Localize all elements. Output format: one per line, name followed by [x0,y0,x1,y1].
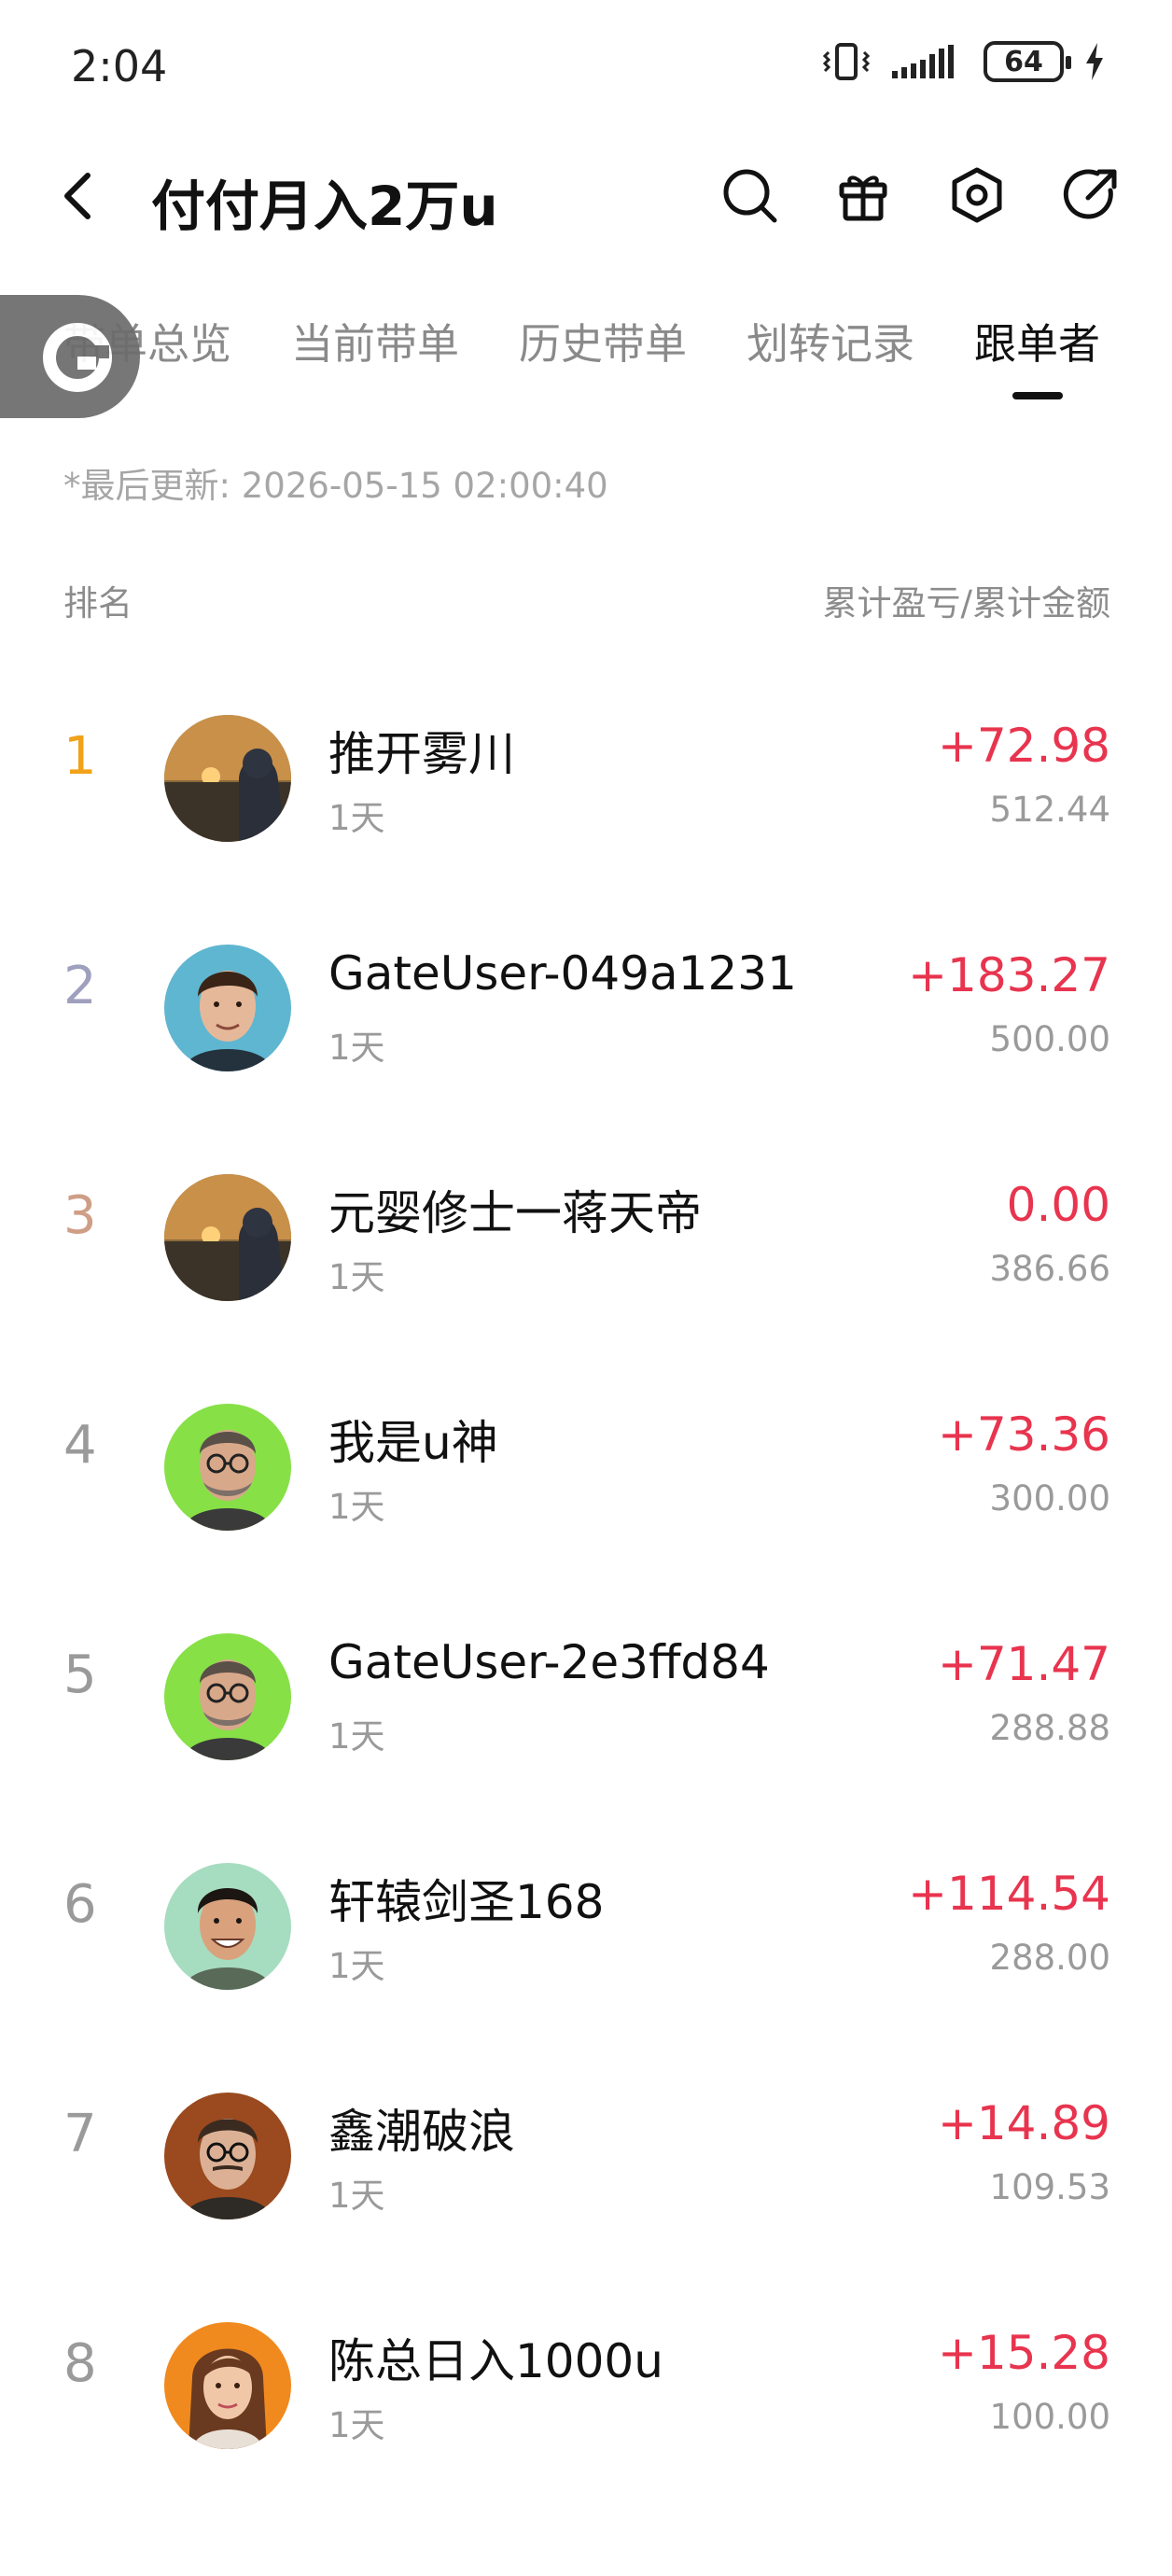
floating-assistant-button[interactable] [0,295,140,418]
rank-number: 2 [63,956,97,1016]
tab-followers[interactable]: 跟单者 [974,310,1100,371]
tab-transfer-records[interactable]: 划转记录 [746,310,914,371]
cumulative-pnl: +73.36 [937,1407,1110,1462]
follow-days: 1天 [328,1716,385,1757]
column-header-rank: 排名 [63,583,133,623]
avatar-man-glasses-image [164,1633,291,1760]
cumulative-pnl: +14.89 [937,2096,1110,2150]
follower-name: 轩辕剑圣168 [328,1875,605,1929]
cumulative-pnl: +114.54 [908,1867,1110,1921]
rank-number: 8 [63,2333,97,2394]
follow-days: 1天 [328,1487,385,1527]
avatar [164,1633,291,1760]
follower-name: GateUser-2e3ffd84 [328,1635,770,1689]
avatar [164,715,291,842]
avatar-sunset-image [164,715,291,842]
avatar-smiling-man-image [164,1863,291,1990]
avatar [164,1404,291,1531]
search-icon[interactable] [719,164,780,226]
avatar [164,945,291,1071]
page-title: 付付月入2万u [151,175,498,238]
follower-row[interactable]: 7 鑫潮破浪 1天 +14.89 109.53 [0,2046,1172,2275]
last-updated-label: *最后更新: [63,466,230,506]
follow-days: 1天 [328,2405,385,2445]
follow-days: 1天 [328,1257,385,1297]
share-icon[interactable] [1060,164,1122,226]
follower-row[interactable]: 6 轩辕剑圣168 1天 +114.54 288.00 [0,1816,1172,2046]
cumulative-pnl: +72.98 [937,719,1110,773]
vibrate-icon [822,43,871,80]
follower-row[interactable]: 4 我是u神 1天 +73.36 300.00 [0,1357,1172,1587]
tab-current-orders[interactable]: 当前带单 [291,310,459,371]
avatar-man-glasses-image [164,1404,291,1531]
follower-row[interactable]: 8 陈总日入1000u 1天 +15.28 100.00 [0,2275,1172,2505]
avatar-man-glasses-image [164,2093,291,2219]
tab-bar: 带单总览 当前带单 历史带单 划转记录 跟单者 [0,299,1172,401]
last-updated-time: 2026-05-15 02:00:40 [241,466,608,506]
follower-name: GateUser-049a1231 [328,946,797,1001]
hexagon-settings-icon[interactable] [946,164,1008,226]
follow-days: 1天 [328,798,385,838]
follower-name: 陈总日入1000u [328,2334,663,2388]
rank-number: 3 [63,1185,97,1246]
cumulative-pnl: +183.27 [908,948,1110,1002]
avatar [164,2093,291,2219]
charging-bolt-icon [1086,43,1103,80]
signal-icon [892,45,954,78]
status-indicators: 64 [821,41,1107,82]
cumulative-amount: 100.00 [989,2397,1110,2437]
follower-row[interactable]: 3 元婴修士一蒋天帝 1天 0.00 386.66 [0,1127,1172,1357]
follow-days: 1天 [328,1028,385,1068]
avatar [164,2322,291,2449]
back-arrow-icon[interactable] [54,168,103,224]
follower-name: 我是u神 [328,1416,498,1470]
ring-logo-icon [43,323,112,392]
cumulative-amount: 288.00 [989,1938,1110,1978]
cumulative-amount: 512.44 [989,790,1110,830]
cumulative-amount: 300.00 [989,1478,1110,1519]
follower-name: 元婴修士一蒋天帝 [328,1186,702,1240]
avatar [164,1863,291,1990]
cumulative-amount: 386.66 [989,1249,1110,1289]
rank-number: 4 [63,1415,97,1476]
tab-history-orders[interactable]: 历史带单 [519,310,687,371]
follower-row[interactable]: 5 GateUser-2e3ffd84 1天 +71.47 288.88 [0,1587,1172,1816]
page: 2:04 64 付付月入2万u 带单总览 当前带单 历史带单 划转记录 跟单者 … [0,0,1172,2576]
cumulative-amount: 109.53 [989,2167,1110,2207]
rank-number: 1 [63,726,97,787]
avatar-young-man-image [164,945,291,1071]
column-header-pnl: 累计盈亏/累计金额 [822,583,1110,623]
last-updated: *最后更新: 2026-05-15 02:00:40 [63,457,608,508]
cumulative-amount: 500.00 [989,1019,1110,1059]
battery-indicator: 64 [984,41,1071,82]
status-time: 2:04 [71,41,168,91]
gift-icon[interactable] [832,164,894,226]
rank-number: 5 [63,1645,97,1705]
follow-days: 1天 [328,2176,385,2216]
follow-days: 1天 [328,1946,385,1986]
app-header: 付付月入2万u [0,140,1172,252]
cumulative-amount: 288.88 [989,1708,1110,1748]
cumulative-pnl: +15.28 [937,2326,1110,2380]
follower-name: 推开雾川 [328,727,515,781]
follower-name: 鑫潮破浪 [328,2105,515,2159]
status-bar: 2:04 64 [0,0,1172,131]
avatar-sunset-image [164,1174,291,1301]
follower-row[interactable]: 1 推开雾川 1天 +72.98 512.44 [0,668,1172,898]
active-tab-indicator [1012,392,1063,399]
cumulative-pnl: +71.47 [937,1637,1110,1691]
rank-number: 7 [63,2104,97,2164]
rank-number: 6 [63,1874,97,1935]
avatar-woman-image [164,2322,291,2449]
avatar [164,1174,291,1301]
follower-row[interactable]: 2 GateUser-049a1231 1天 +183.27 500.00 [0,898,1172,1127]
cumulative-pnl: 0.00 [1006,1178,1110,1232]
